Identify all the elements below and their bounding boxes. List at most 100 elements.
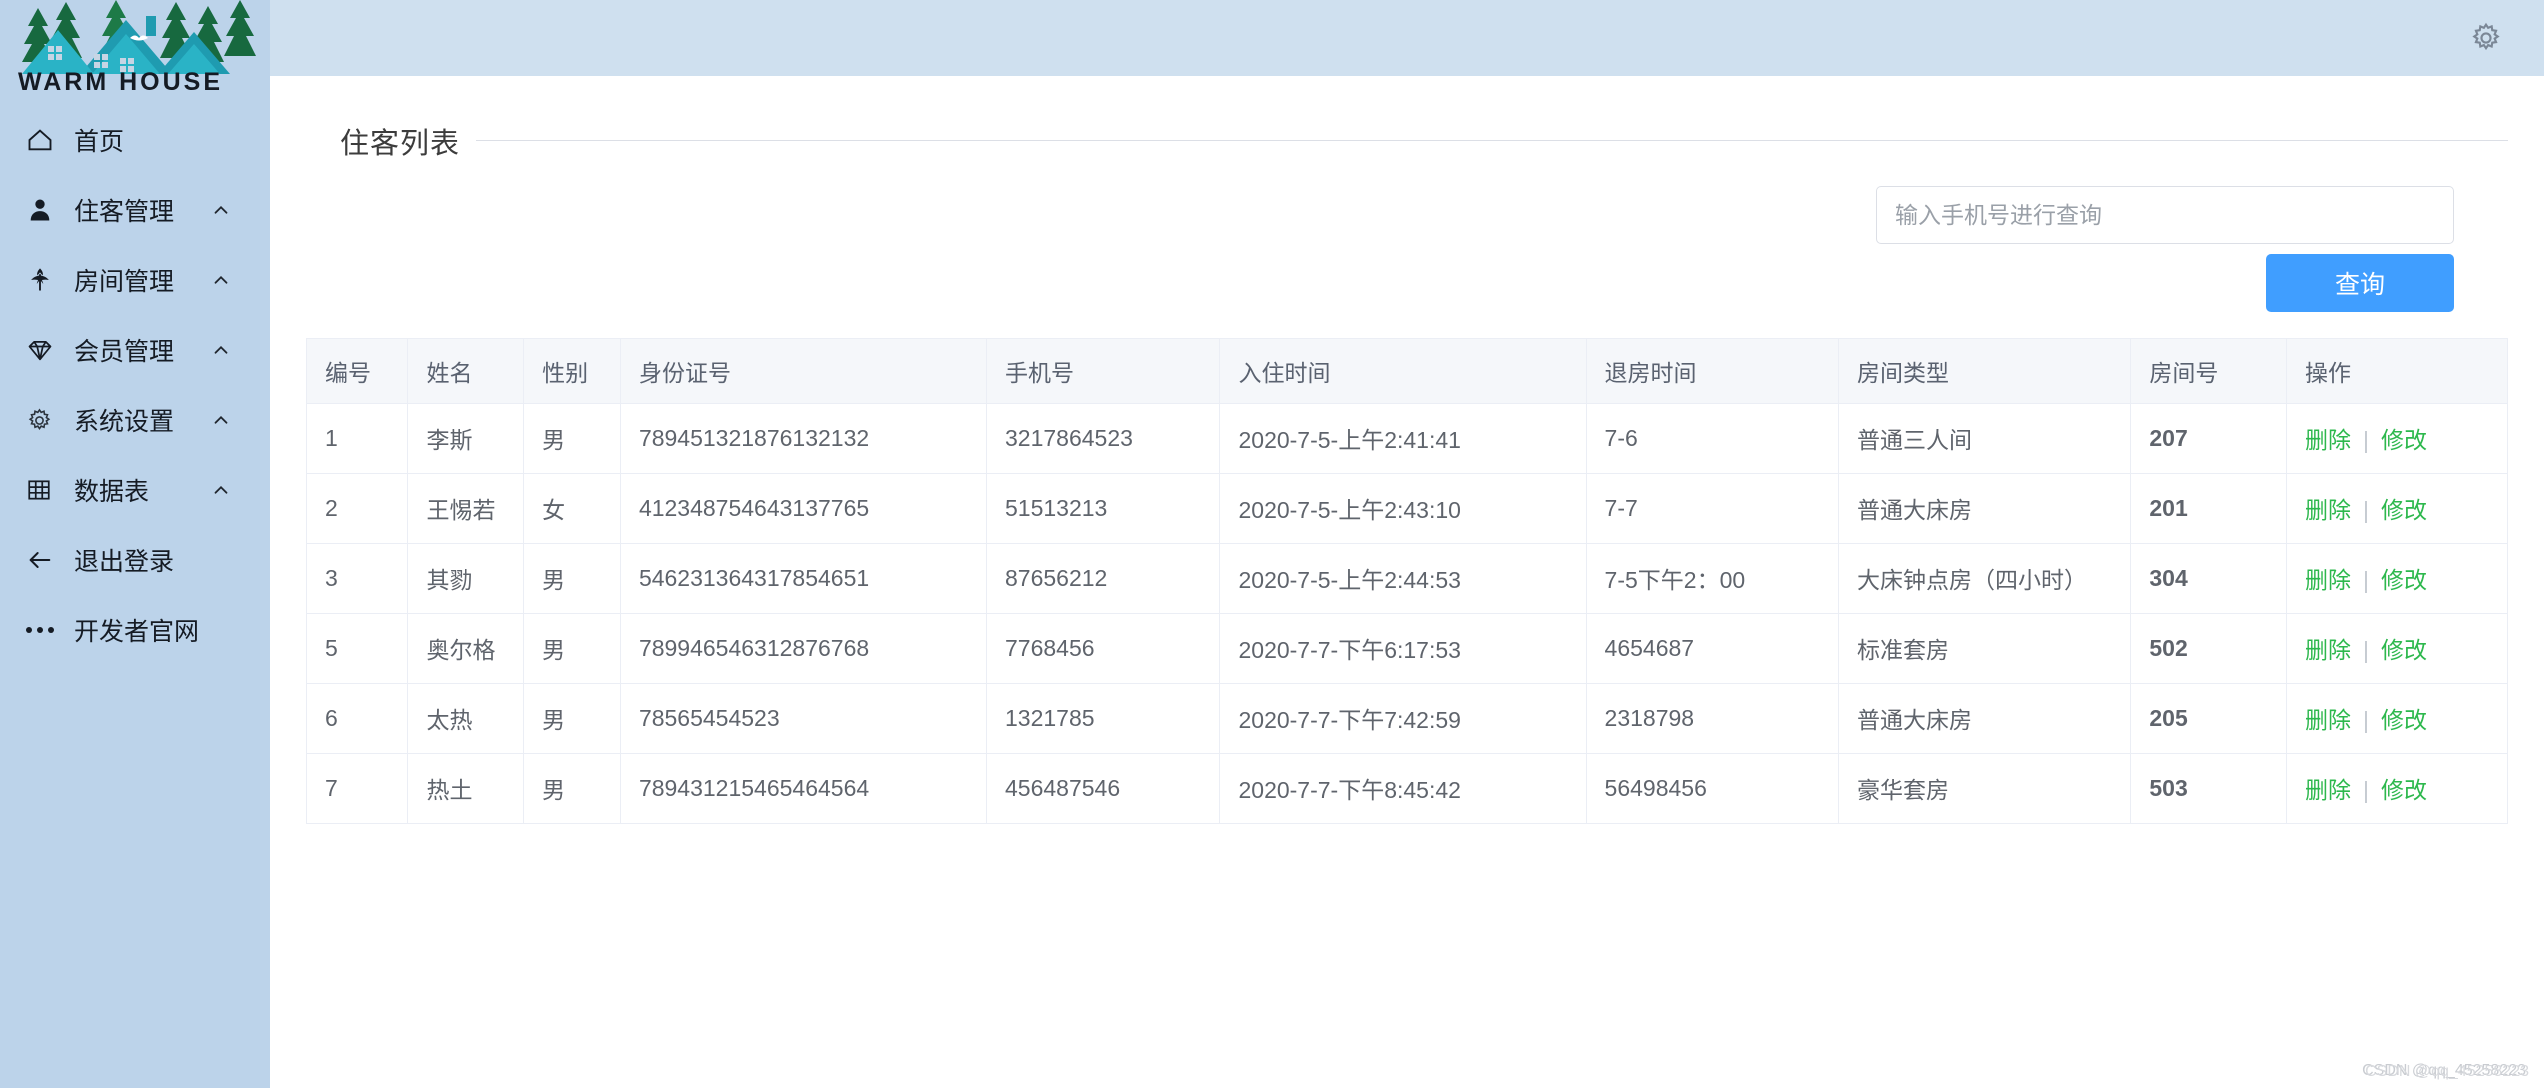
sidebar-menu: 首页 住客管理 房间管理 会员管理 系统设置 数据表 退出登录 开发者官网 bbox=[0, 105, 270, 665]
column-header-idcard[interactable]: 身份证号 bbox=[620, 339, 987, 404]
edit-link[interactable]: 修改 bbox=[2381, 567, 2427, 593]
topbar bbox=[270, 0, 2544, 76]
column-header-checkin[interactable]: 入住时间 bbox=[1219, 339, 1587, 404]
cell-checkin: 2020-7-7-下午7:42:59 bbox=[1219, 683, 1587, 754]
edit-link[interactable]: 修改 bbox=[2381, 707, 2427, 733]
brand-name: WARM HOUSE bbox=[18, 68, 223, 96]
sidebar-item-label: 会员管理 bbox=[74, 338, 175, 366]
sidebar-item-home[interactable]: 首页 bbox=[0, 105, 270, 175]
sidebar: WARM HOUSE 首页 住客管理 房间管理 会员管理 系统设置 数据表 退出… bbox=[0, 0, 270, 1088]
home-icon bbox=[26, 126, 68, 154]
column-header-name[interactable]: 姓名 bbox=[407, 339, 525, 404]
action-separator: | bbox=[2363, 567, 2370, 593]
sidebar-item-room-management[interactable]: 房间管理 bbox=[0, 245, 270, 315]
edit-link[interactable]: 修改 bbox=[2381, 637, 2427, 663]
chevron-up-icon[interactable] bbox=[210, 269, 232, 291]
search-area: 查询 bbox=[270, 186, 2544, 312]
cell-id: 6 bbox=[307, 683, 409, 754]
brand-logo[interactable]: WARM HOUSE bbox=[0, 0, 270, 105]
cell-checkin: 2020-7-7-下午8:45:42 bbox=[1219, 753, 1587, 824]
chevron-up-icon[interactable] bbox=[210, 409, 232, 431]
cell-phone: 51513213 bbox=[986, 473, 1221, 544]
cell-checkin: 2020-7-5-上午2:43:10 bbox=[1219, 473, 1587, 544]
cell-checkin: 2020-7-7-下午6:17:53 bbox=[1219, 613, 1587, 684]
table-header: 编号 姓名 性别 身份证号 手机号 入住时间 退房时间 房间类型 房间号 操作 bbox=[307, 339, 2508, 404]
delete-link[interactable]: 删除 bbox=[2305, 567, 2351, 593]
main-area: 住客列表 查询 编号 姓名 性别 bbox=[270, 0, 2544, 1088]
cell-gender: 男 bbox=[523, 683, 621, 754]
sidebar-item-member-management[interactable]: 会员管理 bbox=[0, 315, 270, 385]
search-input[interactable] bbox=[1876, 186, 2454, 244]
delete-link[interactable]: 删除 bbox=[2305, 707, 2351, 733]
table-row: 3 其勠男 546231364317854651 87656212 2020-7-5-上… bbox=[307, 543, 2508, 614]
cell-phone: 87656212 bbox=[986, 543, 1221, 614]
sidebar-item-logout[interactable]: 退出登录 bbox=[0, 525, 270, 595]
cell-actions: 删除 | 修改 bbox=[2286, 613, 2508, 684]
edit-link[interactable]: 修改 bbox=[2381, 427, 2427, 453]
grid-icon bbox=[26, 477, 68, 503]
cell-name: 李斯 bbox=[407, 403, 525, 474]
cell-phone: 1321785 bbox=[986, 683, 1221, 754]
sidebar-item-guest-management[interactable]: 住客管理 bbox=[0, 175, 270, 245]
column-header-actions[interactable]: 操作 bbox=[2286, 339, 2508, 404]
guest-table-wrapper: 编号 姓名 性别 身份证号 手机号 入住时间 退房时间 房间类型 房间号 操作 bbox=[306, 338, 2508, 824]
column-header-roomno[interactable]: 房间号 bbox=[2130, 339, 2288, 404]
sidebar-item-developer-site[interactable]: 开发者官网 bbox=[0, 595, 270, 665]
search-button[interactable]: 查询 bbox=[2266, 254, 2454, 312]
watermark-text-shadow: CSDN @qq_45258223 bbox=[2365, 1063, 2529, 1080]
sidebar-item-system-settings[interactable]: 系统设置 bbox=[0, 385, 270, 455]
chevron-up-icon[interactable] bbox=[210, 339, 232, 361]
delete-link[interactable]: 删除 bbox=[2305, 637, 2351, 663]
watermark: CSDN @qq_45258223 CSDN @qq_45258223 bbox=[2362, 1062, 2529, 1080]
cell-room-no: 201 bbox=[2130, 473, 2288, 544]
cell-checkout: 56498456 bbox=[1586, 753, 1839, 824]
cell-room-no: 502 bbox=[2130, 613, 2288, 684]
cell-idcard: 789451321876132132 bbox=[620, 403, 987, 474]
diamond-icon bbox=[26, 336, 68, 364]
gear-icon[interactable] bbox=[2464, 16, 2508, 60]
cell-checkout: 4654687 bbox=[1586, 613, 1839, 684]
action-separator: | bbox=[2363, 497, 2370, 523]
cell-actions: 删除 | 修改 bbox=[2286, 403, 2508, 474]
cell-room-type: 普通三人间 bbox=[1838, 403, 2132, 474]
column-header-roomtype[interactable]: 房间类型 bbox=[1838, 339, 2132, 404]
cell-room-type: 标准套房 bbox=[1838, 613, 2132, 684]
arrow-left-icon bbox=[26, 546, 68, 574]
cell-checkout: 2318798 bbox=[1586, 683, 1839, 754]
cell-actions: 删除 | 修改 bbox=[2286, 473, 2508, 544]
table-body: 1 李斯男 789451321876132132 3217864523 2020-7-5… bbox=[307, 403, 2508, 824]
table-row: 5 奥尔格男 789946546312876768 7768456 2020-7-7-下… bbox=[307, 613, 2508, 684]
delete-link[interactable]: 删除 bbox=[2305, 777, 2351, 803]
table-row: 6 太热男 78565454523 1321785 2020-7-7-下午7:42:59… bbox=[307, 683, 2508, 754]
cell-room-no: 304 bbox=[2130, 543, 2288, 614]
column-header-id[interactable]: 编号 bbox=[307, 339, 409, 404]
cell-checkout: 7-6 bbox=[1586, 403, 1839, 474]
column-header-gender[interactable]: 性别 bbox=[523, 339, 621, 404]
column-header-checkout[interactable]: 退房时间 bbox=[1586, 339, 1839, 404]
sidebar-item-label: 房间管理 bbox=[74, 268, 175, 296]
cell-checkin: 2020-7-5-上午2:41:41 bbox=[1219, 403, 1587, 474]
cell-actions: 删除 | 修改 bbox=[2286, 543, 2508, 614]
cell-checkin: 2020-7-5-上午2:44:53 bbox=[1219, 543, 1587, 614]
cell-gender: 男 bbox=[523, 403, 621, 474]
cell-id: 7 bbox=[307, 753, 409, 824]
edit-link[interactable]: 修改 bbox=[2381, 497, 2427, 523]
chevron-up-icon[interactable] bbox=[210, 479, 232, 501]
table-header-row: 编号 姓名 性别 身份证号 手机号 入住时间 退房时间 房间类型 房间号 操作 bbox=[307, 339, 2508, 404]
delete-link[interactable]: 删除 bbox=[2305, 497, 2351, 523]
cell-room-type: 普通大床房 bbox=[1838, 683, 2132, 754]
cell-room-no: 503 bbox=[2130, 753, 2288, 824]
sidebar-item-label: 住客管理 bbox=[74, 198, 175, 226]
cell-room-type: 豪华套房 bbox=[1838, 753, 2132, 824]
sidebar-item-label: 首页 bbox=[74, 128, 125, 156]
chevron-up-icon[interactable] bbox=[210, 199, 232, 221]
cell-name: 热土 bbox=[407, 753, 525, 824]
column-header-phone[interactable]: 手机号 bbox=[986, 339, 1221, 404]
cell-idcard: 78565454523 bbox=[620, 683, 987, 754]
delete-link[interactable]: 删除 bbox=[2305, 427, 2351, 453]
cell-id: 2 bbox=[307, 473, 409, 544]
sidebar-item-label: 系统设置 bbox=[74, 408, 175, 436]
cell-gender: 男 bbox=[523, 613, 621, 684]
edit-link[interactable]: 修改 bbox=[2381, 777, 2427, 803]
sidebar-item-data-table[interactable]: 数据表 bbox=[0, 455, 270, 525]
